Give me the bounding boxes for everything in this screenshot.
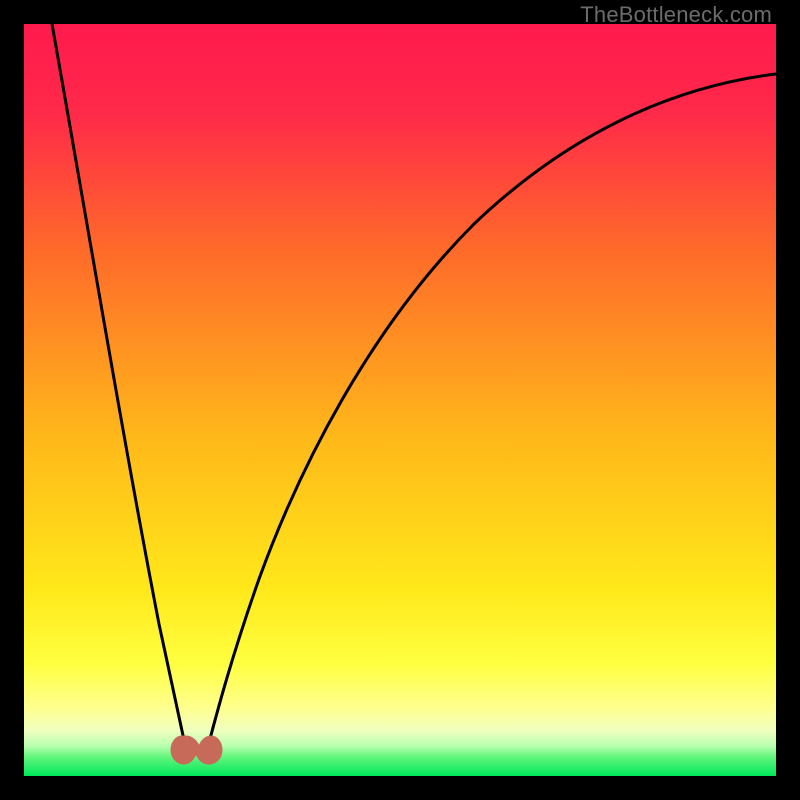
curve-left-branch — [52, 24, 187, 754]
curve-right-branch — [206, 74, 776, 754]
watermark-text: TheBottleneck.com — [580, 2, 772, 28]
plot-frame — [24, 24, 776, 776]
curve-dip-blob — [171, 736, 222, 764]
bottleneck-curve — [24, 24, 776, 776]
